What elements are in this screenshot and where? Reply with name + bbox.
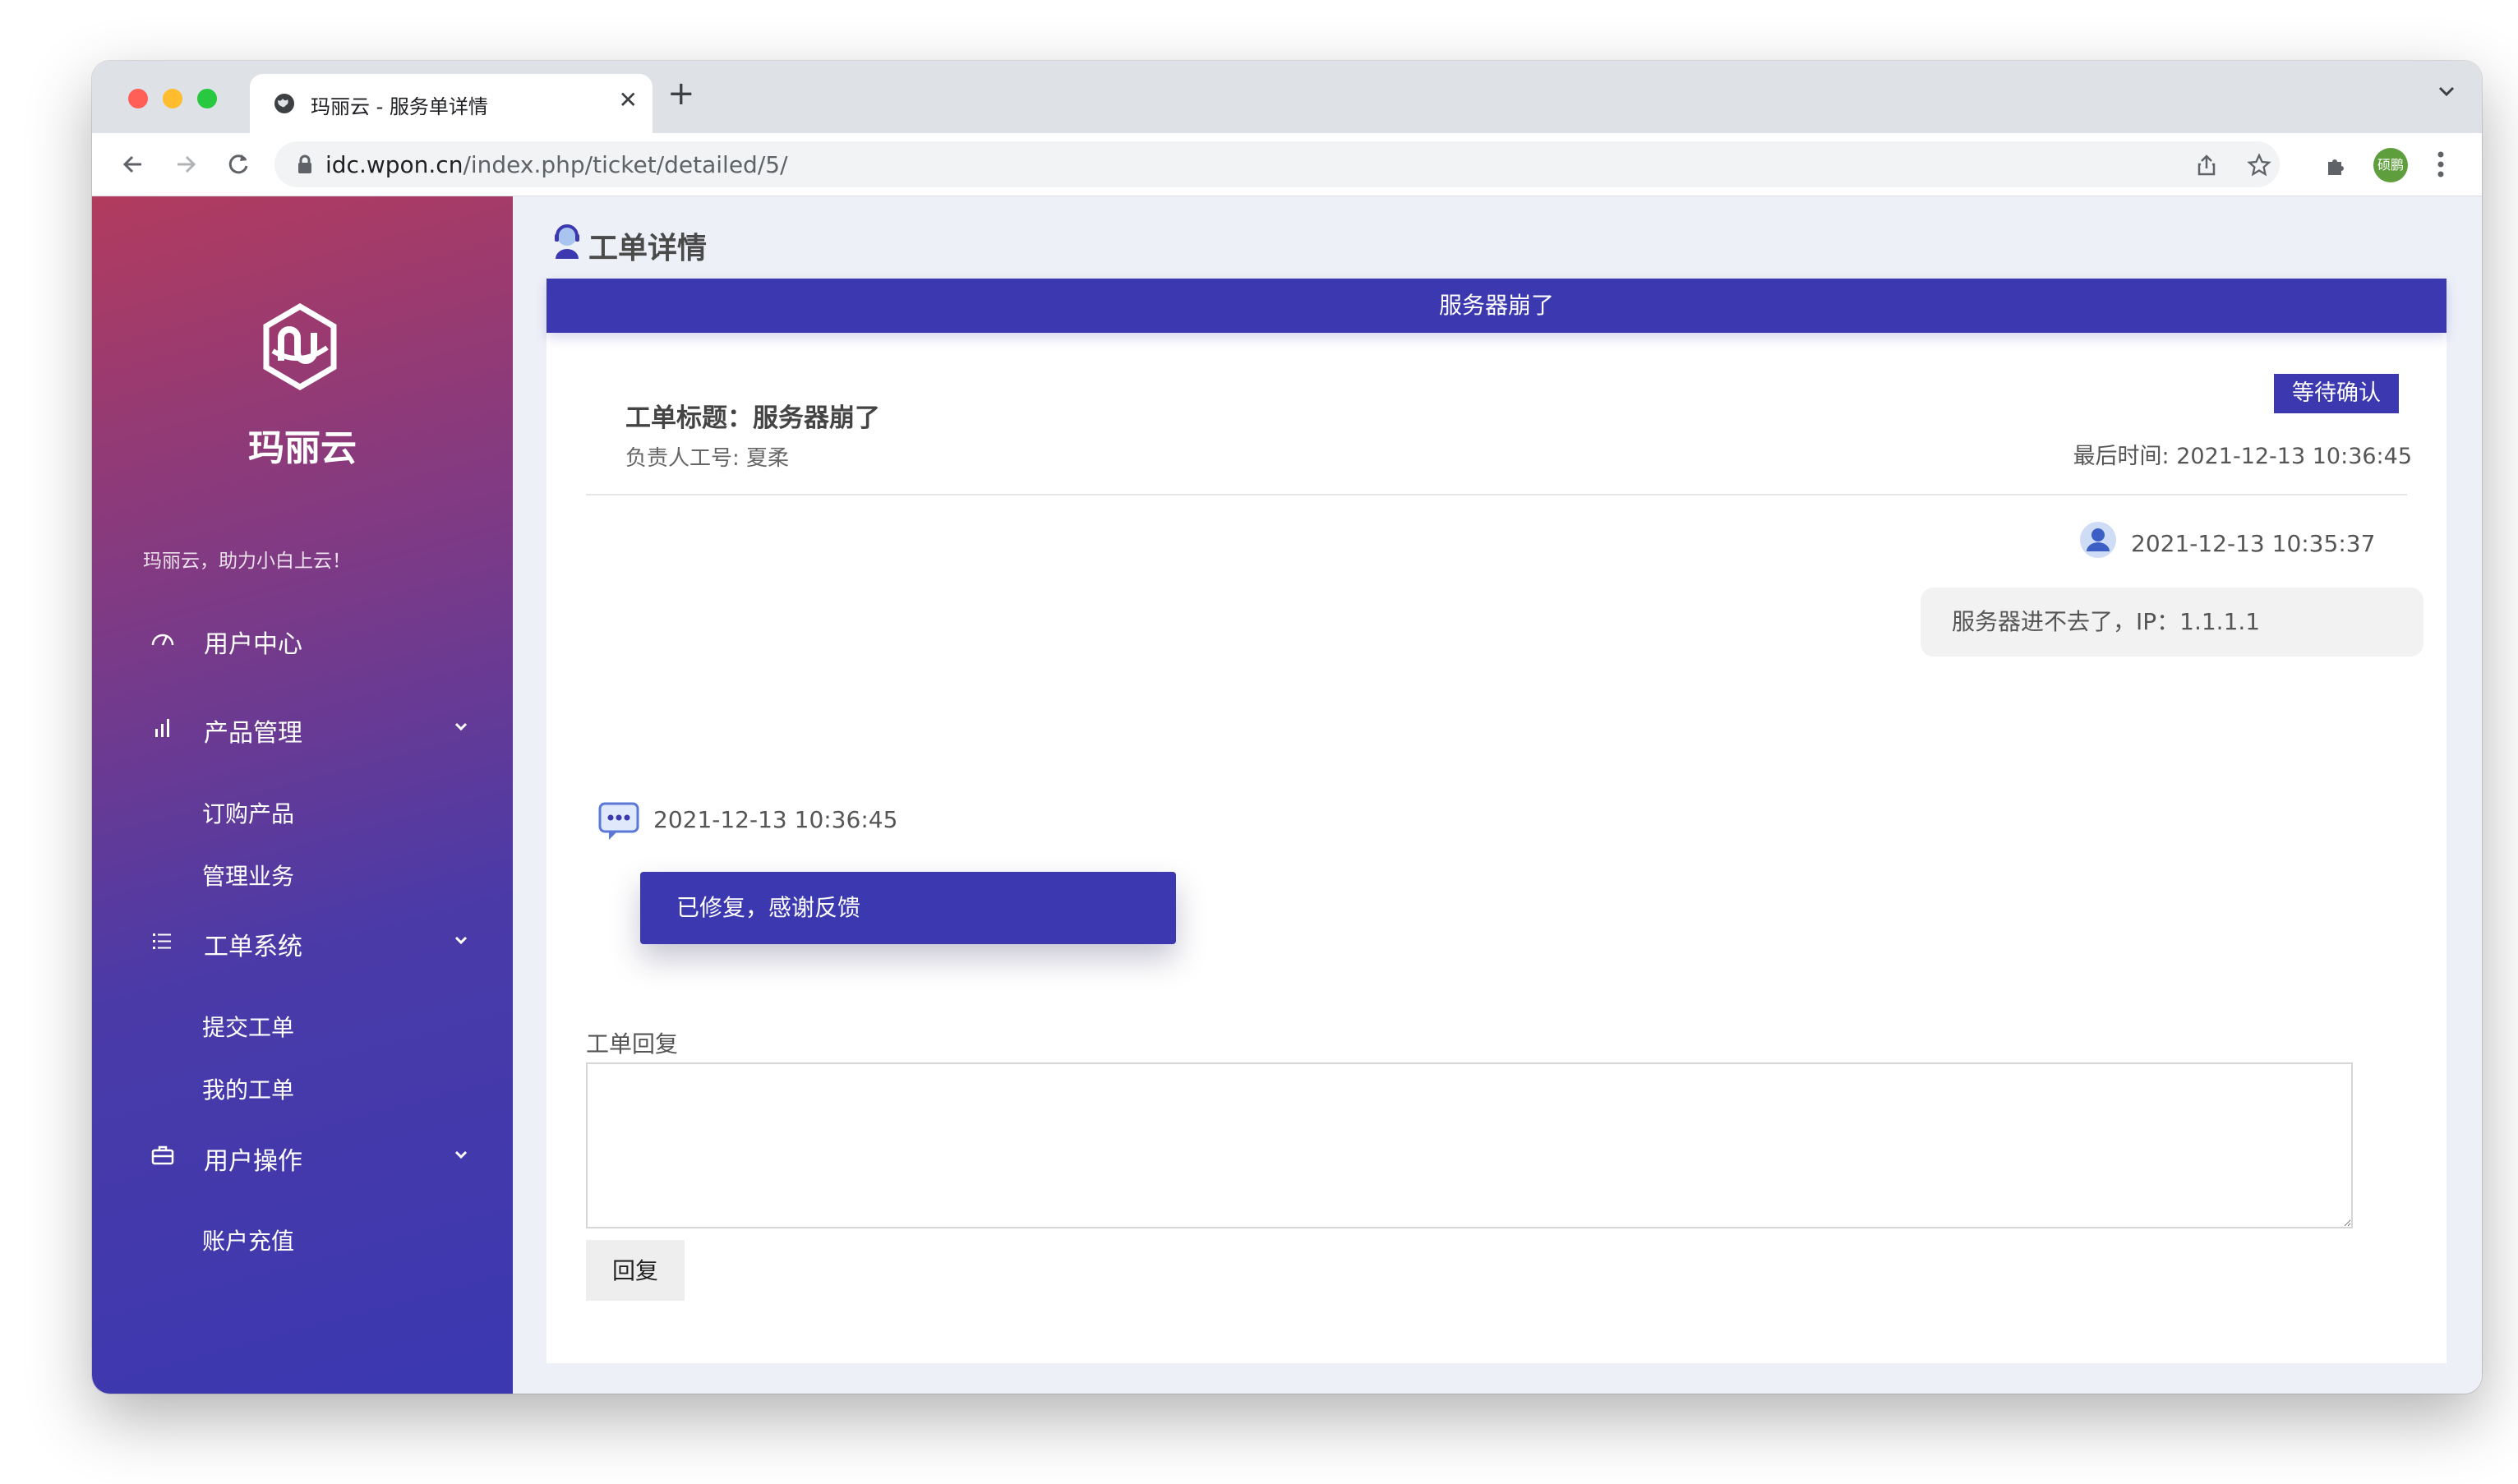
- nav-user-center[interactable]: 用户中心: [143, 617, 472, 659]
- status-badge: 等待确认: [2274, 374, 2399, 413]
- staff-message-bubble: 已修复，感谢反馈: [640, 872, 1176, 944]
- nav-sub-order-product[interactable]: 订购产品: [202, 796, 294, 829]
- page-viewport: 玛丽云 玛丽云，助力小白上云！ 用户中心 产品管理 订购产品 管理业务 工单系统…: [92, 196, 2482, 1394]
- profile-avatar[interactable]: 硕鹏: [2373, 148, 2408, 182]
- chevron-down-icon: [454, 936, 468, 945]
- message-time: 2021-12-13 10:36:45: [653, 806, 898, 833]
- nav-sub-manage-business[interactable]: 管理业务: [202, 859, 294, 892]
- slogan: 玛丽云，助力小白上云！: [143, 551, 351, 572]
- address-bar[interactable]: idc.wpon.cn/index.php/ticket/detailed/5/: [274, 141, 2280, 187]
- ticket-assignee: 负责人工号: 夏柔: [625, 446, 790, 471]
- more-menu-icon[interactable]: [2436, 148, 2446, 181]
- sidebar: 玛丽云 玛丽云，助力小白上云！ 用户中心 产品管理 订购产品 管理业务 工单系统…: [92, 196, 513, 1394]
- lock-icon[interactable]: [296, 154, 314, 174]
- nav-user-operations[interactable]: 用户操作: [143, 1134, 472, 1176]
- maximize-window-button[interactable]: [197, 89, 217, 108]
- share-icon[interactable]: [2194, 153, 2219, 177]
- ticket-card-header: 服务器崩了: [546, 279, 2447, 333]
- forward-arrow-icon[interactable]: [171, 150, 201, 179]
- brand-logo-icon: [263, 302, 337, 391]
- new-tab-button[interactable]: +: [667, 77, 695, 110]
- user-avatar-icon: [2080, 522, 2116, 558]
- main-content: 工单详情 服务器崩了 等待确认 工单标题：服务器崩了 负责人工号: 夏柔 最后时…: [513, 196, 2482, 1394]
- chevron-down-icon: [454, 1150, 468, 1159]
- bar-chart-icon: [155, 719, 169, 737]
- divider: [586, 494, 2407, 495]
- ticket-last-time: 最后时间: 2021-12-13 10:36:45: [2073, 444, 2412, 469]
- nav-sub-my-tickets[interactable]: 我的工单: [202, 1072, 294, 1105]
- reload-icon[interactable]: [224, 150, 253, 179]
- nav-label: 用户操作: [204, 1147, 302, 1176]
- reply-textarea[interactable]: [586, 1062, 2353, 1228]
- brand-name: 玛丽云: [248, 427, 357, 469]
- dashboard-icon: [151, 634, 174, 646]
- nav-sub-submit-ticket[interactable]: 提交工单: [202, 1010, 294, 1043]
- briefcase-icon: [151, 1145, 174, 1165]
- nav-sub-account-recharge[interactable]: 账户充值: [202, 1224, 294, 1256]
- page-title: 工单详情: [588, 232, 708, 265]
- nav-product-management[interactable]: 产品管理: [143, 706, 472, 748]
- user-message-bubble: 服务器进不去了，IP：1.1.1.1: [1921, 588, 2423, 657]
- browser-tab[interactable]: 玛丽云 - 服务单详情 ✕: [250, 74, 653, 133]
- ticket-title: 工单标题：服务器崩了: [625, 403, 880, 433]
- nav-label: 用户中心: [204, 630, 302, 659]
- reply-button[interactable]: 回复: [586, 1240, 685, 1301]
- minimize-window-button[interactable]: [163, 89, 182, 108]
- extensions-puzzle-icon[interactable]: [2324, 153, 2349, 177]
- globe-icon: [274, 94, 294, 113]
- chevron-down-icon: [454, 722, 468, 731]
- tab-title: 玛丽云 - 服务单详情: [311, 95, 488, 118]
- nav-label: 工单系统: [204, 933, 302, 961]
- reply-label: 工单回复: [586, 1030, 679, 1058]
- url-text[interactable]: idc.wpon.cn/index.php/ticket/detailed/5/: [325, 151, 788, 178]
- browser-toolbar: idc.wpon.cn/index.php/ticket/detailed/5/…: [92, 133, 2482, 196]
- back-arrow-icon[interactable]: [118, 150, 148, 179]
- url-host: idc.wpon.cn: [325, 151, 463, 178]
- tab-strip: 玛丽云 - 服务单详情 ✕ +: [92, 61, 2482, 133]
- list-icon: [153, 933, 171, 949]
- tab-close-icon[interactable]: ✕: [619, 89, 638, 112]
- chat-bubble-icon: [598, 802, 639, 840]
- ticket-card: 服务器崩了 等待确认 工单标题：服务器崩了 负责人工号: 夏柔 最后时间: 20…: [546, 279, 2447, 1363]
- star-icon[interactable]: [2247, 153, 2271, 177]
- url-path: /index.php/ticket/detailed/5/: [463, 151, 788, 178]
- chevron-down-icon[interactable]: [2436, 81, 2457, 102]
- support-agent-icon: [555, 224, 579, 259]
- nav-label: 产品管理: [204, 719, 302, 748]
- message-time: 2021-12-13 10:35:37: [2131, 530, 2376, 557]
- browser-window: 玛丽云 - 服务单详情 ✕ + idc.wpon.cn/index.php/ti…: [92, 61, 2482, 1394]
- nav-ticket-system[interactable]: 工单系统: [143, 919, 472, 961]
- close-window-button[interactable]: [128, 89, 148, 108]
